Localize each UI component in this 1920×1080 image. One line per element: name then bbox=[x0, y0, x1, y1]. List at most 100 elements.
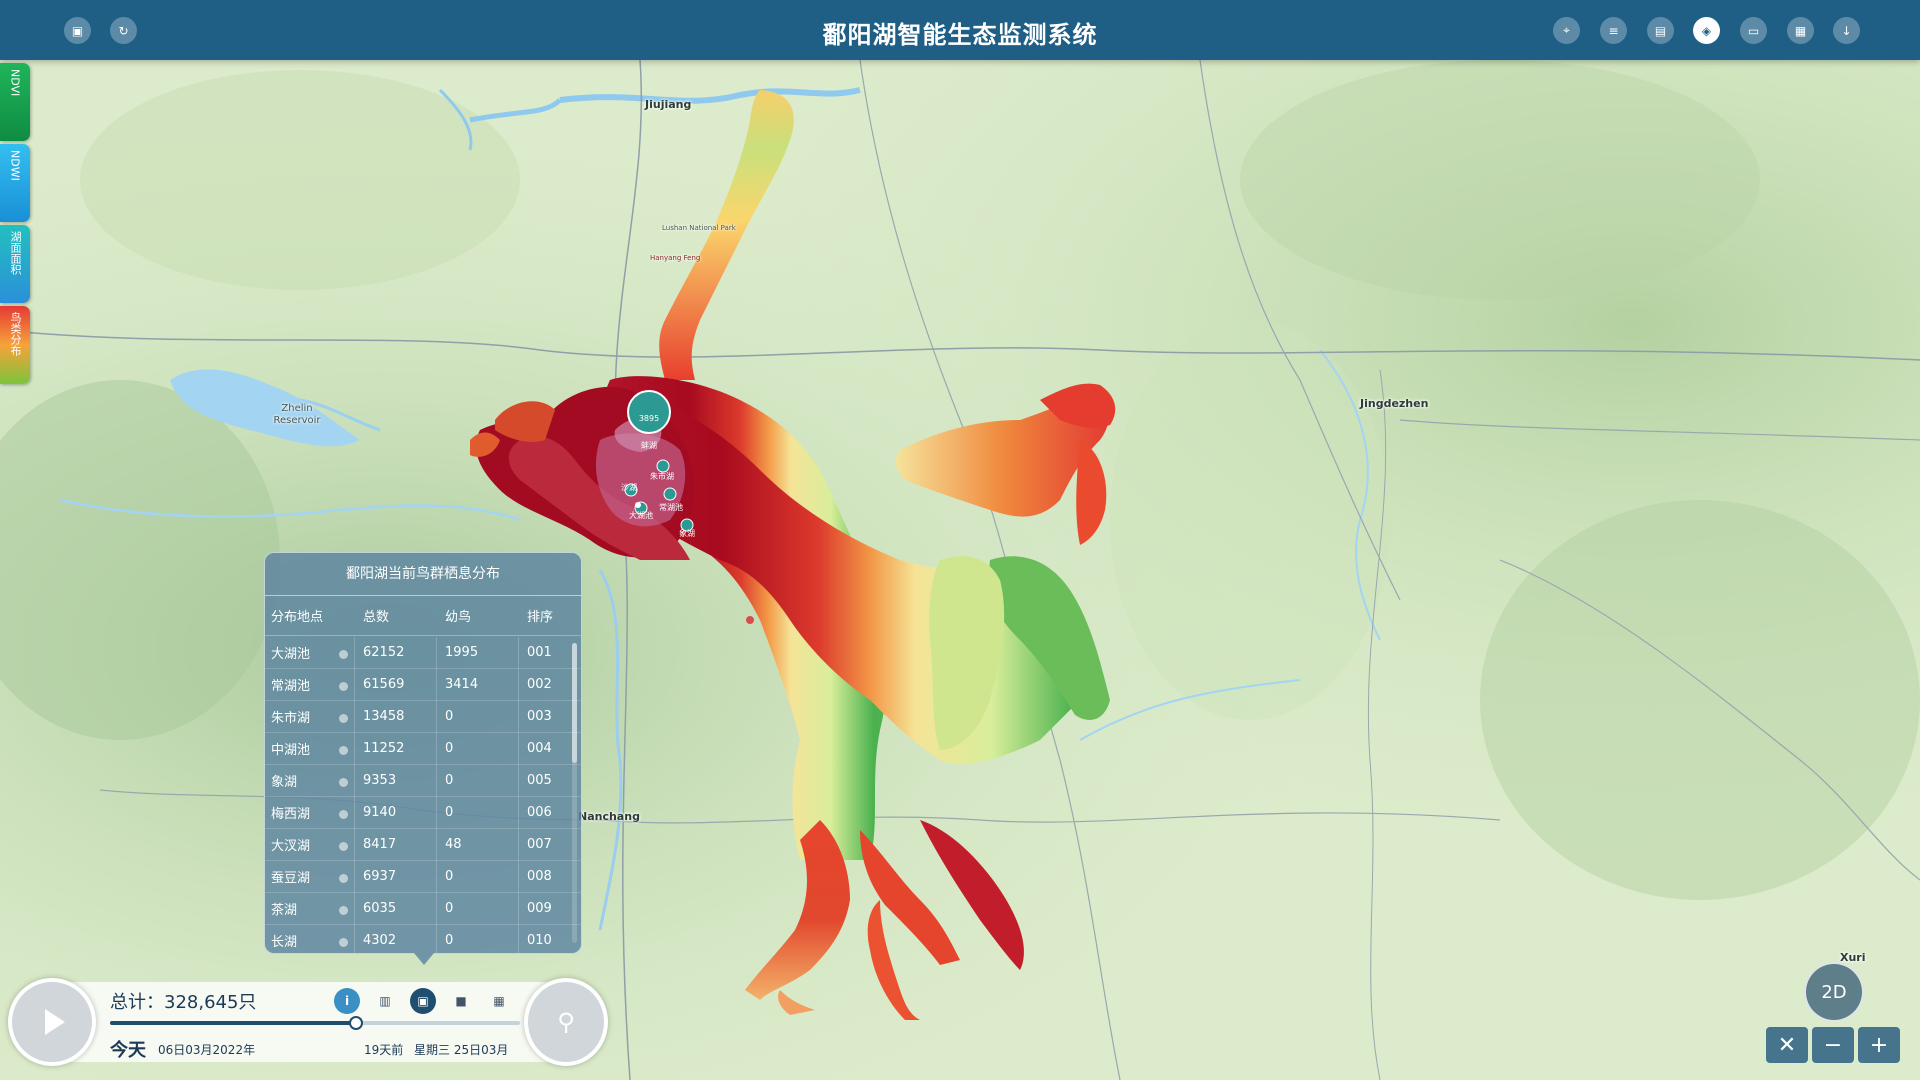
map-icon[interactable]: ▣ bbox=[410, 988, 436, 1014]
report-icon[interactable]: ▤ bbox=[1647, 17, 1674, 44]
timeline-handle[interactable] bbox=[349, 1016, 363, 1030]
timeline-slider[interactable] bbox=[110, 1016, 520, 1030]
locate-icon[interactable] bbox=[339, 841, 348, 851]
cell-young: 0 bbox=[437, 892, 519, 925]
column-header-rank[interactable]: 排序 bbox=[519, 606, 571, 625]
place-nanchang: Nanchang bbox=[578, 810, 640, 823]
column-header-place[interactable]: 分布地点 bbox=[265, 606, 355, 625]
play-icon bbox=[45, 1009, 65, 1035]
locate-icon[interactable] bbox=[339, 777, 348, 787]
cell-total: 13458 bbox=[355, 700, 437, 733]
search-button[interactable]: ⚲ bbox=[524, 978, 608, 1066]
monitor-icon[interactable]: ▭ bbox=[1740, 17, 1767, 44]
lake-label-banghu: 蚌湖 bbox=[641, 441, 657, 450]
cell-place: 大湖池 bbox=[265, 637, 355, 669]
cell-place: 长湖 bbox=[265, 924, 355, 953]
cell-rank: 008 bbox=[527, 869, 552, 884]
bird-cluster-marker[interactable] bbox=[627, 390, 671, 434]
cell-total: 11252 bbox=[355, 732, 437, 765]
layer-tab-lake-area[interactable]: 湖面面积 bbox=[0, 225, 30, 303]
table-row[interactable]: 蚕豆湖 6937 0 008 bbox=[265, 860, 581, 893]
days-ago-label: 19天前 bbox=[364, 1043, 404, 1057]
locate-icon[interactable] bbox=[339, 905, 348, 915]
square-icon[interactable]: ■ bbox=[448, 988, 474, 1014]
place-lushan: Lushan National Park bbox=[662, 224, 736, 232]
place-xuri: Xuri bbox=[1840, 951, 1866, 964]
column-header-young[interactable]: 幼鸟 bbox=[437, 606, 519, 625]
download-icon[interactable]: ↓ bbox=[1833, 17, 1860, 44]
locate-icon[interactable] bbox=[339, 713, 348, 723]
chat-icon[interactable]: ▦ bbox=[1787, 17, 1814, 44]
column-header-total[interactable]: 总数 bbox=[355, 606, 437, 625]
layer-tab-label: 湖面面积 bbox=[9, 231, 22, 275]
cell-total: 9140 bbox=[355, 796, 437, 829]
today-label: 今天 bbox=[110, 1040, 146, 1061]
list-icon[interactable]: ▥ bbox=[372, 988, 398, 1014]
table-row[interactable]: 大湖池 62152 1995 001 bbox=[265, 637, 581, 669]
locate-icon[interactable] bbox=[339, 681, 348, 691]
table-row[interactable]: 茶湖 6035 0 009 bbox=[265, 892, 581, 925]
table-row[interactable]: 象湖 9353 0 005 bbox=[265, 764, 581, 797]
layer-tab-bird-distribution[interactable]: 鸟类分布 bbox=[0, 306, 30, 384]
zoom-out-button[interactable]: − bbox=[1812, 1027, 1854, 1063]
table-body[interactable]: 大湖池 62152 1995 001 常湖池 61569 3414 002 朱市湖 13458 0 0… bbox=[265, 637, 581, 953]
cell-place: 茶湖 bbox=[265, 892, 355, 925]
timeline-progress bbox=[110, 1021, 356, 1025]
cell-rank: 010 bbox=[527, 933, 552, 948]
table-header: 分布地点 总数 幼鸟 排序 bbox=[265, 596, 581, 636]
app-header: ▣ ↻ 鄱阳湖智能生态监测系统 ⌖ ≡ ▤ ◈ ▭ ▦ ↓ bbox=[0, 0, 1920, 60]
layer-tab-ndvi[interactable]: NDVI bbox=[0, 63, 30, 141]
reset-view-button[interactable]: ✕ bbox=[1766, 1027, 1808, 1063]
lake-label-xianghu: 象湖 bbox=[679, 529, 695, 538]
locate-icon[interactable] bbox=[339, 745, 348, 755]
view-mode-toggle[interactable]: 2D bbox=[1804, 962, 1864, 1022]
table-row[interactable]: 长湖 4302 0 010 bbox=[265, 924, 581, 953]
play-button[interactable] bbox=[8, 978, 96, 1066]
table-row[interactable]: 梅西湖 9140 0 006 bbox=[265, 796, 581, 829]
current-date: 06日03月2022年 bbox=[158, 1043, 256, 1057]
cell-rank: 003 bbox=[527, 709, 552, 724]
bird-distribution-panel: 鄱阳湖当前鸟群栖息分布 分布地点 总数 幼鸟 排序 大湖池 62152 1995 00… bbox=[264, 552, 582, 954]
cell-place: 蚕豆湖 bbox=[265, 860, 355, 893]
table-row[interactable]: 朱市湖 13458 0 003 bbox=[265, 700, 581, 733]
zoom-in-button[interactable]: + bbox=[1858, 1027, 1900, 1063]
bird-cluster-count: 3895 bbox=[638, 414, 660, 423]
panel-title: 鄱阳湖当前鸟群栖息分布 bbox=[265, 553, 581, 596]
view-mode-label: 2D bbox=[1821, 981, 1847, 1003]
total-count: 总计：328,645只 bbox=[110, 992, 257, 1013]
location-icon[interactable]: ⌖ bbox=[1553, 17, 1580, 44]
place-jingdezhen: Jingdezhen bbox=[1360, 397, 1429, 410]
cell-total: 61569 bbox=[355, 668, 437, 701]
cell-young: 48 bbox=[437, 828, 519, 861]
cell-rank: 006 bbox=[527, 805, 552, 820]
cell-place: 常湖池 bbox=[265, 668, 355, 701]
layers-icon[interactable]: ◈ bbox=[1693, 17, 1720, 44]
cell-rank: 005 bbox=[527, 773, 552, 788]
lake-label-dahuchi: 大湖池 bbox=[629, 511, 653, 520]
cell-rank: 004 bbox=[527, 741, 552, 756]
locate-icon[interactable] bbox=[339, 809, 348, 819]
plus-icon: + bbox=[1869, 1032, 1889, 1058]
table-row[interactable]: 常湖池 61569 3414 002 bbox=[265, 668, 581, 701]
info-icon[interactable]: i bbox=[334, 988, 360, 1014]
layer-tab-label: NDWI bbox=[8, 150, 22, 181]
locate-icon[interactable] bbox=[339, 937, 348, 947]
cell-young: 0 bbox=[437, 764, 519, 797]
panel-scrollbar[interactable] bbox=[572, 643, 577, 943]
book-icon[interactable]: ▦ bbox=[486, 988, 512, 1014]
locate-icon[interactable] bbox=[339, 873, 348, 883]
cell-place: 朱市湖 bbox=[265, 700, 355, 733]
database-icon[interactable]: ≡ bbox=[1600, 17, 1627, 44]
table-row[interactable]: 中湖池 11252 0 004 bbox=[265, 732, 581, 765]
scrollbar-thumb[interactable] bbox=[572, 643, 577, 763]
cell-place: 梅西湖 bbox=[265, 796, 355, 829]
cross-icon: ✕ bbox=[1777, 1032, 1797, 1058]
layer-tab-label: NDVI bbox=[8, 69, 22, 97]
app-title: 鄱阳湖智能生态监测系统 bbox=[822, 21, 1098, 49]
cell-total: 9353 bbox=[355, 764, 437, 797]
layer-tab-ndwi[interactable]: NDWI bbox=[0, 144, 30, 222]
locate-icon[interactable] bbox=[339, 649, 348, 659]
cell-rank: 007 bbox=[527, 837, 552, 852]
table-row[interactable]: 大汊湖 8417 48 007 bbox=[265, 828, 581, 861]
place-hanyang-feng: Hanyang Feng bbox=[650, 254, 701, 262]
